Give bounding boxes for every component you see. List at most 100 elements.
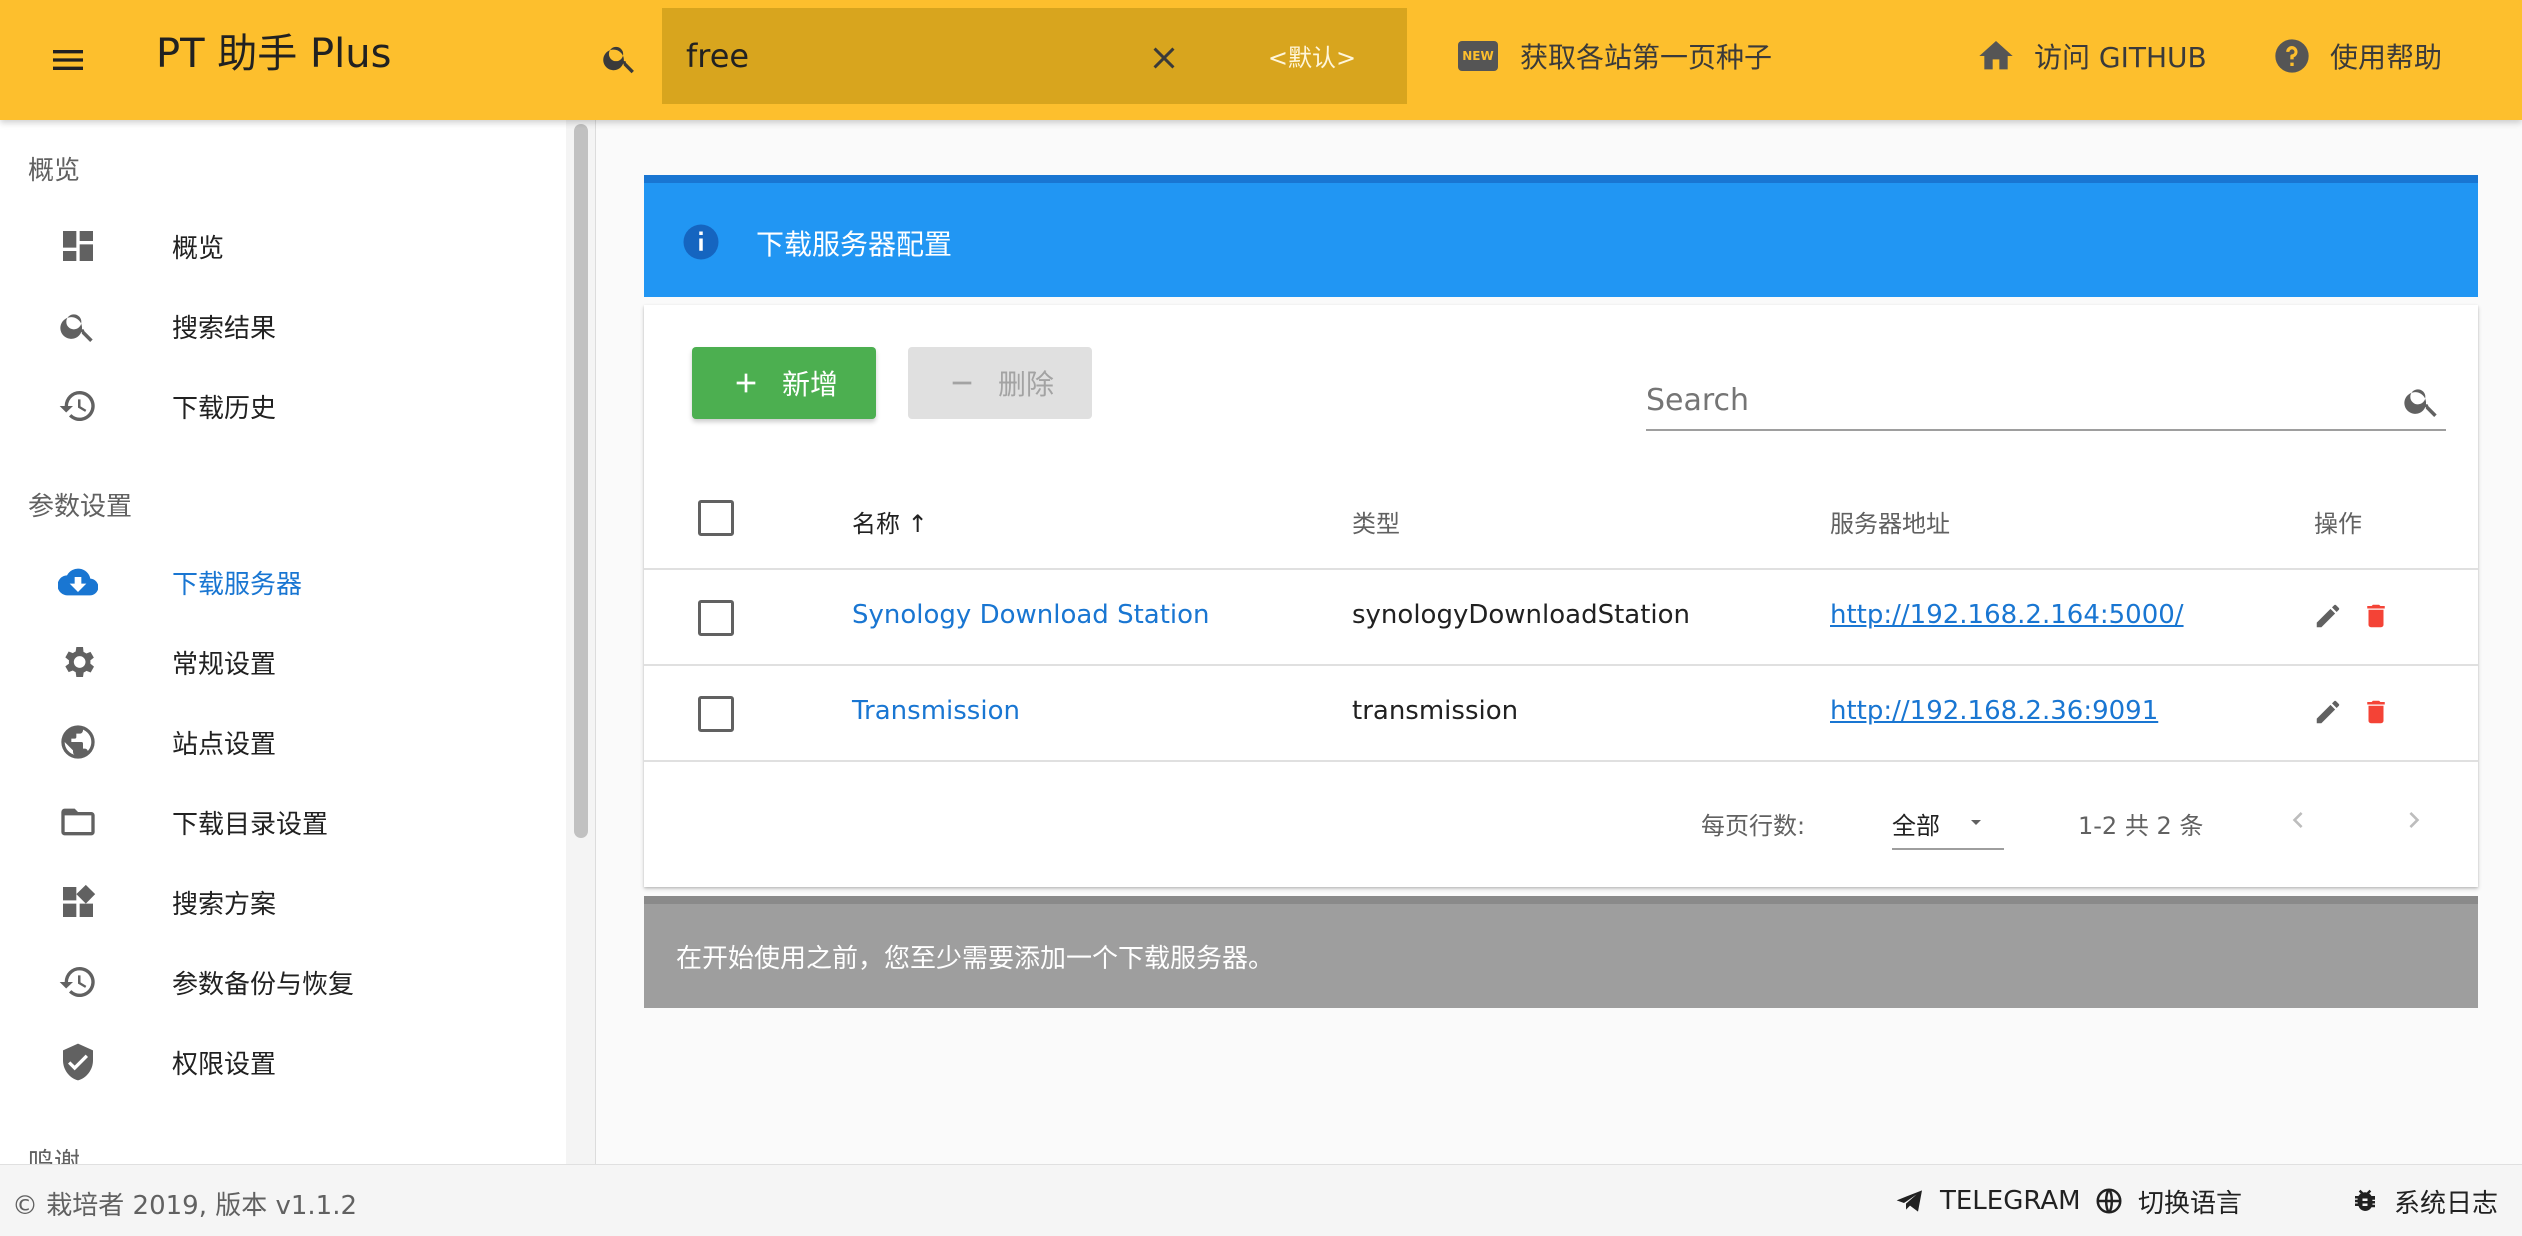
telegram-label: TELEGRAM bbox=[1940, 1186, 2081, 1216]
close-icon[interactable] bbox=[1140, 34, 1188, 82]
table-row: Synology Download Station synologyDownlo… bbox=[644, 570, 2478, 666]
table-pagination: 每页行数: 全部 1-2 共 2 条 bbox=[644, 766, 2478, 876]
next-page-icon[interactable] bbox=[2390, 796, 2438, 844]
sidebar-item-label: 权限设置 bbox=[172, 1050, 277, 1080]
globe-icon bbox=[58, 722, 98, 762]
select-all-checkbox[interactable] bbox=[698, 500, 734, 536]
add-server-button[interactable]: 新增 bbox=[692, 347, 876, 419]
sidebar-item-download-servers[interactable]: 下载服务器 bbox=[0, 542, 566, 622]
widgets-icon bbox=[58, 882, 98, 922]
rows-per-page-value: 全部 bbox=[1892, 812, 1940, 840]
sidebar-item-label: 搜索方案 bbox=[172, 890, 277, 920]
menu-icon[interactable] bbox=[44, 36, 92, 84]
sidebar-item-download-dirs[interactable]: 下载目录设置 bbox=[0, 782, 566, 862]
plus-icon bbox=[736, 373, 756, 393]
minus-icon bbox=[952, 381, 972, 385]
sidebar-item-permissions[interactable]: 权限设置 bbox=[0, 1022, 566, 1102]
column-address-header[interactable]: 服务器地址 bbox=[1830, 504, 1950, 539]
server-name-link[interactable]: Synology Download Station bbox=[852, 600, 1210, 630]
setup-note-text: 在开始使用之前，您至少需要添加一个下载服务器。 bbox=[676, 944, 1275, 974]
table-search bbox=[1646, 373, 2446, 431]
sidebar-item-label: 下载目录设置 bbox=[172, 810, 329, 840]
column-actions-header: 操作 bbox=[2314, 510, 2362, 538]
rows-per-page-label: 每页行数: bbox=[1701, 812, 1806, 840]
fetch-first-page-label: 获取各站第一页种子 bbox=[1520, 41, 1773, 74]
help-label: 使用帮助 bbox=[2330, 41, 2443, 74]
visit-github-label: 访问 GITHUB bbox=[2034, 41, 2207, 74]
sidebar-item-search-results[interactable]: 搜索结果 bbox=[0, 286, 566, 366]
search-icon[interactable] bbox=[2402, 381, 2442, 421]
edit-icon[interactable] bbox=[2308, 692, 2348, 732]
visit-github-button[interactable]: 访问 GITHUB bbox=[1976, 30, 2207, 82]
server-address-link[interactable]: http://192.168.2.36:9091 bbox=[1830, 696, 2158, 726]
system-log-button[interactable]: 系统日志 bbox=[2350, 1181, 2498, 1221]
sidebar-item-download-history[interactable]: 下载历史 bbox=[0, 366, 566, 446]
search-scheme-button[interactable]: <默认> bbox=[1252, 38, 1372, 78]
table-header: 名称 ↑ 类型 服务器地址 操作 bbox=[644, 462, 2478, 570]
history-icon bbox=[58, 386, 98, 426]
rows-per-page-select[interactable]: 全部 bbox=[1892, 794, 2004, 850]
prev-page-icon[interactable] bbox=[2274, 796, 2322, 844]
server-name-link[interactable]: Transmission bbox=[852, 696, 1020, 726]
info-icon bbox=[683, 224, 719, 260]
switch-language-label: 切换语言 bbox=[2138, 1188, 2243, 1219]
language-icon bbox=[2096, 1188, 2122, 1214]
telegram-icon bbox=[1896, 1190, 1922, 1212]
delete-icon[interactable] bbox=[2356, 692, 2396, 732]
add-server-label: 新增 bbox=[781, 368, 838, 401]
table-row: Transmission transmission http://192.168… bbox=[644, 666, 2478, 762]
info-banner: 下载服务器配置 bbox=[644, 175, 2478, 297]
server-type: transmission bbox=[1352, 696, 1519, 726]
restore-icon bbox=[58, 962, 98, 1002]
sidebar-item-label: 概览 bbox=[172, 234, 225, 264]
copyright-text: © 栽培者 2019, 版本 v1.1.2 bbox=[12, 1191, 358, 1221]
edit-icon[interactable] bbox=[2308, 596, 2348, 636]
system-log-label: 系统日志 bbox=[2394, 1188, 2499, 1219]
row-checkbox[interactable] bbox=[698, 600, 734, 636]
chevron-down-icon bbox=[1971, 820, 1981, 825]
footer: © 栽培者 2019, 版本 v1.1.2 TELEGRAM 切换语言 系统日志 bbox=[0, 1164, 2522, 1236]
delete-server-label: 删除 bbox=[997, 368, 1054, 401]
sidebar-item-backup-restore[interactable]: 参数备份与恢复 bbox=[0, 942, 566, 1022]
sidebar-item-search-schemes[interactable]: 搜索方案 bbox=[0, 862, 566, 942]
sidebar-item-label: 下载历史 bbox=[172, 394, 277, 424]
column-type-header[interactable]: 类型 bbox=[1352, 504, 1400, 539]
pagination-range: 1-2 共 2 条 bbox=[2078, 812, 2204, 840]
server-address-link[interactable]: http://192.168.2.164:5000/ bbox=[1830, 600, 2184, 630]
sidebar-section-overview: 概览 bbox=[28, 156, 81, 186]
banner-title: 下载服务器配置 bbox=[756, 228, 953, 261]
bug-icon bbox=[2355, 1189, 2375, 1211]
app-bar: PT 助手 Plus <默认> NEW 获取各站第一页种子 访问 GITHUB … bbox=[0, 0, 2522, 120]
sidebar-item-site-settings[interactable]: 站点设置 bbox=[0, 702, 566, 782]
sidebar-item-label: 站点设置 bbox=[172, 730, 277, 760]
sidebar-item-general-settings[interactable]: 常规设置 bbox=[0, 622, 566, 702]
row-checkbox[interactable] bbox=[698, 696, 734, 732]
global-search-input[interactable] bbox=[686, 32, 1126, 80]
sidebar-item-label: 搜索结果 bbox=[172, 314, 277, 344]
sidebar: 概览 概览 搜索结果 下载历史 参数设置 下载服务器 常规设置 站点设置 下载目… bbox=[0, 120, 596, 1164]
gear-icon bbox=[58, 642, 98, 682]
app-title: PT 助手 Plus bbox=[156, 31, 392, 77]
column-name-header[interactable]: 名称 ↑ bbox=[852, 504, 928, 539]
table-search-input[interactable] bbox=[1646, 373, 2386, 427]
server-table-card: 新增 删除 名称 ↑ 类型 服务器地址 操作 Synology Download… bbox=[644, 305, 2478, 887]
switch-language-button[interactable]: 切换语言 bbox=[2094, 1181, 2242, 1221]
new-icon: NEW bbox=[1458, 41, 1498, 71]
sidebar-section-settings: 参数设置 bbox=[28, 492, 133, 522]
sidebar-item-label: 常规设置 bbox=[172, 650, 277, 680]
delete-server-button[interactable]: 删除 bbox=[908, 347, 1092, 419]
search-icon[interactable] bbox=[596, 34, 644, 82]
sidebar-item-label: 参数备份与恢复 bbox=[172, 970, 355, 1000]
telegram-link[interactable]: TELEGRAM bbox=[1894, 1181, 2081, 1221]
sidebar-scrollbar-thumb[interactable] bbox=[574, 124, 588, 838]
sidebar-item-overview[interactable]: 概览 bbox=[0, 206, 566, 286]
help-icon bbox=[2275, 39, 2309, 73]
help-button[interactable]: 使用帮助 bbox=[2272, 30, 2442, 82]
shield-check-icon bbox=[58, 1042, 98, 1082]
fetch-first-page-button[interactable]: NEW 获取各站第一页种子 bbox=[1458, 30, 1772, 82]
setup-note: 在开始使用之前，您至少需要添加一个下载服务器。 bbox=[644, 896, 2478, 1008]
dashboard-icon bbox=[58, 226, 98, 266]
delete-icon[interactable] bbox=[2356, 596, 2396, 636]
server-type: synologyDownloadStation bbox=[1352, 600, 1691, 630]
sidebar-item-label: 下载服务器 bbox=[172, 570, 303, 600]
